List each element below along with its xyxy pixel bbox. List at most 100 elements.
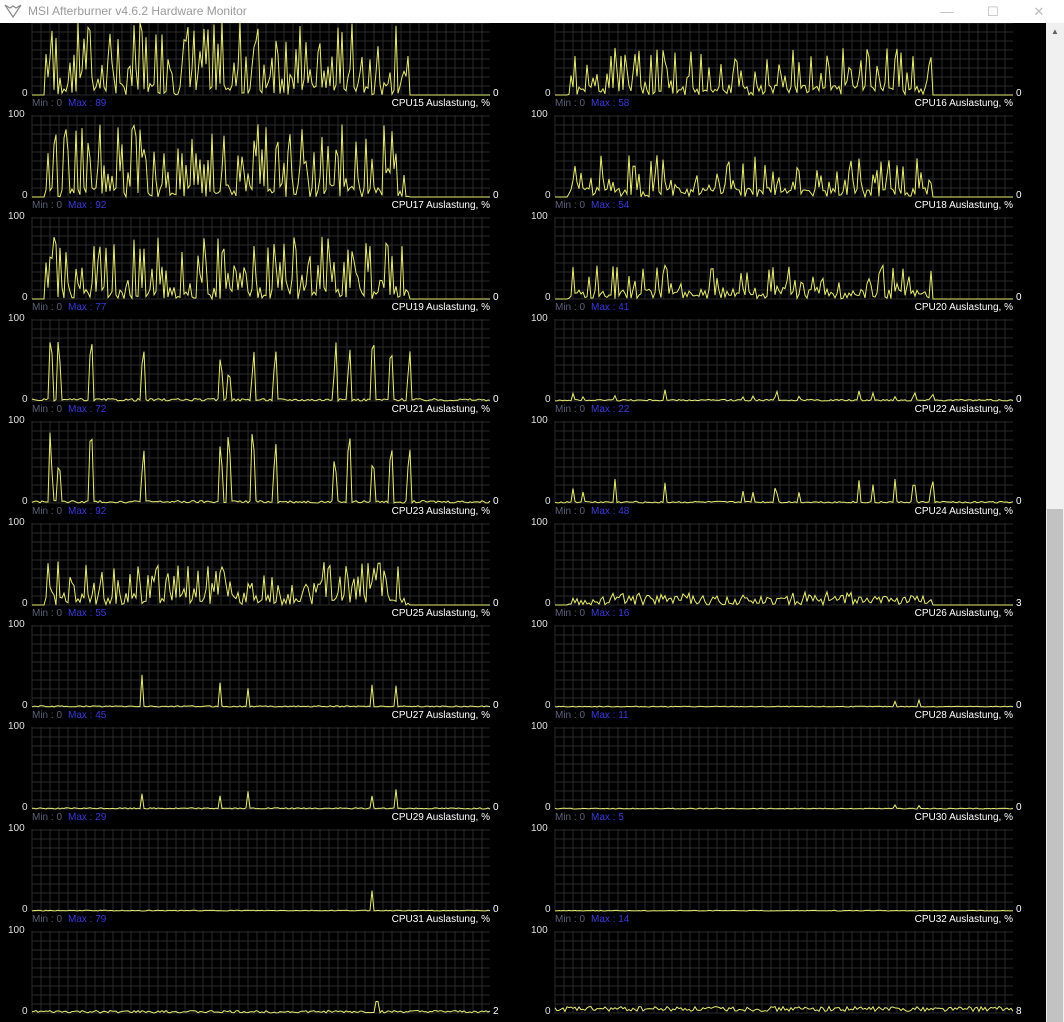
current-value: 0 bbox=[1016, 394, 1022, 405]
scale-min-label: 0 bbox=[545, 700, 551, 711]
scale-max-label: 100 bbox=[8, 415, 25, 426]
cpu-usage-line bbox=[555, 47, 1013, 97]
current-value: 0 bbox=[1016, 700, 1022, 711]
scale-max-label: 100 bbox=[8, 517, 25, 528]
current-value: 2 bbox=[493, 1006, 499, 1017]
cpu-usage-line bbox=[555, 263, 1013, 300]
min-max-stats: Min : 0 Max : 54 bbox=[555, 200, 629, 211]
scrollbar-thumb[interactable] bbox=[1047, 509, 1063, 1022]
max-stat: Max : 55 bbox=[68, 608, 107, 619]
graph-8 bbox=[554, 319, 1014, 402]
graph-4 bbox=[554, 115, 1013, 199]
scale-max-label: 100 bbox=[8, 925, 25, 936]
min-max-stats: Min : 0 Max : 16 bbox=[555, 608, 629, 619]
graph-19 bbox=[31, 931, 491, 1014]
graph-name: CPU31 Auslastung, % bbox=[391, 914, 490, 925]
cpu-usage-line bbox=[554, 909, 1014, 912]
scale-max-label: 100 bbox=[531, 823, 548, 834]
min-stat: Min : 0 bbox=[555, 404, 586, 415]
min-stat: Min : 0 bbox=[32, 506, 63, 517]
max-stat: Max : 45 bbox=[68, 710, 107, 721]
min-stat: Min : 0 bbox=[555, 710, 586, 721]
min-stat: Min : 0 bbox=[32, 200, 63, 211]
cpu-usage-line bbox=[31, 432, 491, 505]
scale-min-label: 0 bbox=[545, 598, 551, 609]
scale-max-label: 100 bbox=[8, 313, 25, 324]
current-value: 3 bbox=[1016, 598, 1022, 609]
max-stat: Max : 77 bbox=[68, 302, 107, 313]
scale-min-label: 0 bbox=[22, 904, 28, 915]
graph-5 bbox=[31, 217, 490, 301]
current-value: 0 bbox=[1016, 496, 1022, 507]
scale-min-label: 0 bbox=[22, 598, 28, 609]
scale-min-label: 0 bbox=[22, 496, 28, 507]
max-stat: Max : 89 bbox=[68, 98, 107, 109]
current-value: 0 bbox=[1016, 88, 1022, 99]
graph-name: CPU17 Auslastung, % bbox=[391, 200, 490, 211]
graph-14 bbox=[554, 625, 1014, 708]
max-stat: Max : 22 bbox=[591, 404, 630, 415]
vertical-scrollbar[interactable]: ▲ bbox=[1046, 23, 1064, 1022]
scale-min-label: 0 bbox=[22, 292, 28, 303]
scale-min-label: 0 bbox=[545, 292, 551, 303]
scale-max-label: 100 bbox=[531, 517, 548, 528]
current-value: 8 bbox=[1016, 1006, 1022, 1017]
min-max-stats: Min : 0 Max : 58 bbox=[555, 98, 629, 109]
current-value: 0 bbox=[493, 394, 499, 405]
graph-area[interactable]: 0 0 Min : 0 Max : 89 CPU15 Auslastung, % 0 0 Mi… bbox=[0, 23, 1044, 1022]
min-max-stats: Min : 0 Max : 29 bbox=[32, 812, 106, 823]
current-value: 0 bbox=[493, 190, 499, 201]
min-stat: Min : 0 bbox=[555, 98, 586, 109]
scroll-up-arrow-icon[interactable]: ▲ bbox=[1046, 23, 1064, 40]
cpu-usage-line bbox=[554, 478, 1014, 504]
min-stat: Min : 0 bbox=[555, 506, 586, 517]
min-max-stats: Min : 0 Max : 45 bbox=[32, 710, 106, 721]
min-max-stats: Min : 0 Max : 55 bbox=[32, 608, 106, 619]
graph-11 bbox=[31, 523, 490, 607]
min-stat: Min : 0 bbox=[32, 914, 63, 925]
cpu-usage-line bbox=[555, 590, 1013, 607]
graph-16 bbox=[554, 727, 1014, 810]
graph-17 bbox=[31, 829, 491, 912]
graph-name: CPU30 Auslastung, % bbox=[914, 812, 1013, 823]
current-value: 0 bbox=[493, 88, 499, 99]
scale-max-label: 100 bbox=[8, 619, 25, 630]
scale-min-label: 0 bbox=[22, 394, 28, 405]
graph-15 bbox=[31, 727, 491, 810]
minimize-button[interactable]: — bbox=[924, 0, 970, 23]
current-value: 0 bbox=[493, 904, 499, 915]
min-max-stats: Min : 0 Max : 77 bbox=[32, 302, 106, 313]
max-stat: Max : 16 bbox=[591, 608, 630, 619]
graph-name: CPU16 Auslastung, % bbox=[914, 98, 1013, 109]
graph-name: CPU22 Auslastung, % bbox=[914, 404, 1013, 415]
afterburner-logo-icon bbox=[4, 3, 22, 19]
min-stat: Min : 0 bbox=[32, 608, 63, 619]
scale-min-label: 0 bbox=[545, 1006, 551, 1017]
graph-name: CPU27 Auslastung, % bbox=[391, 710, 490, 721]
min-stat: Min : 0 bbox=[555, 200, 586, 211]
current-value: 0 bbox=[493, 292, 499, 303]
min-stat: Min : 0 bbox=[32, 812, 63, 823]
graph-6 bbox=[554, 217, 1013, 300]
scale-min-label: 0 bbox=[22, 802, 28, 813]
min-stat: Min : 0 bbox=[555, 812, 586, 823]
min-max-stats: Min : 0 Max : 5 bbox=[555, 812, 624, 823]
cpu-usage-line bbox=[554, 698, 1014, 708]
graph-name: CPU24 Auslastung, % bbox=[914, 506, 1013, 517]
max-stat: Max : 29 bbox=[68, 812, 107, 823]
maximize-button[interactable]: ☐ bbox=[970, 0, 1016, 23]
scale-max-label: 100 bbox=[531, 619, 548, 630]
graph-7 bbox=[31, 319, 491, 403]
close-button[interactable]: ✕ bbox=[1016, 0, 1062, 23]
graph-12 bbox=[554, 523, 1013, 607]
cpu-usage-line bbox=[32, 561, 490, 607]
current-value: 0 bbox=[1016, 292, 1022, 303]
scale-min-label: 0 bbox=[545, 904, 551, 915]
max-stat: Max : 92 bbox=[68, 506, 107, 517]
current-value: 0 bbox=[1016, 190, 1022, 201]
graph-13 bbox=[31, 625, 491, 708]
scale-max-label: 100 bbox=[531, 109, 548, 120]
graph-name: CPU23 Auslastung, % bbox=[391, 506, 490, 517]
graph-9 bbox=[31, 421, 491, 505]
min-max-stats: Min : 0 Max : 14 bbox=[555, 914, 629, 925]
